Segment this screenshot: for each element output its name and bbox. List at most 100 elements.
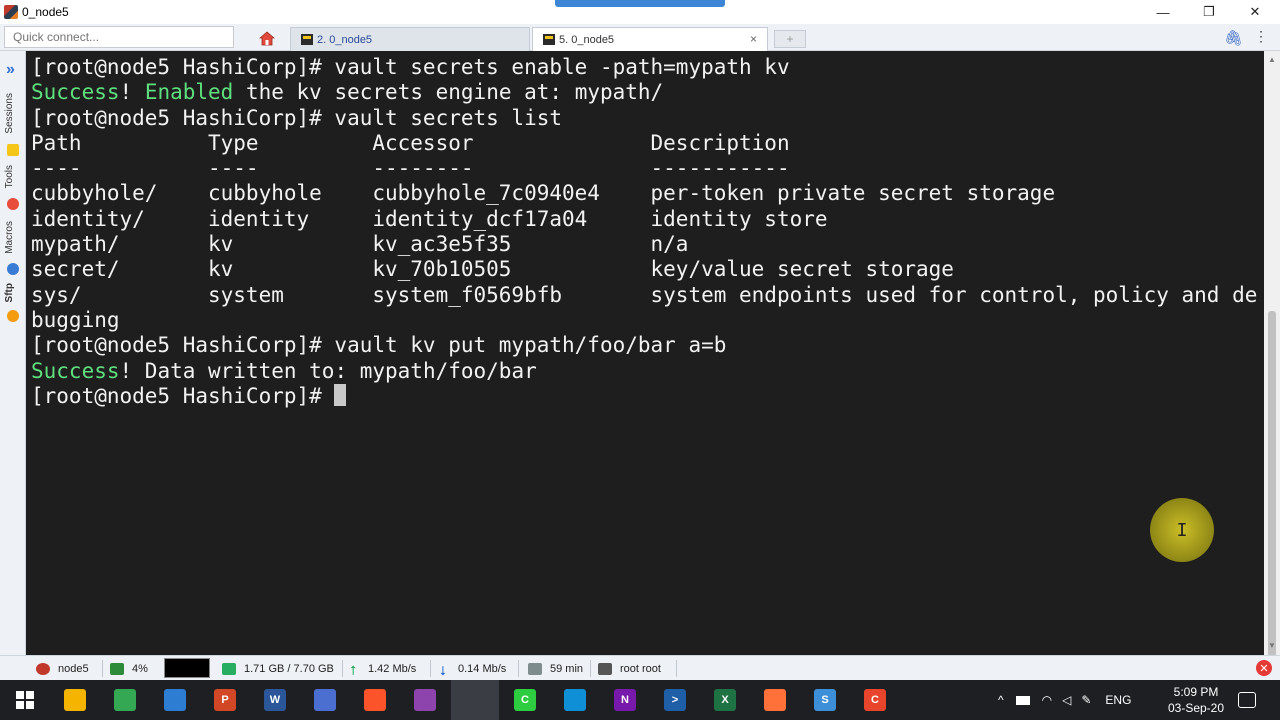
tab-session-2[interactable]: 2. 0_node5 bbox=[290, 27, 530, 51]
wifi-icon[interactable]: ◠ bbox=[1042, 693, 1052, 707]
terminal-line: identity/ identity identity_dcf17a04 ide… bbox=[31, 207, 1264, 232]
cpu-icon bbox=[110, 662, 124, 675]
battery-icon[interactable] bbox=[1015, 695, 1030, 705]
taskbar-mobaxterm-icon[interactable] bbox=[464, 689, 486, 711]
taskbar-word-icon[interactable]: W bbox=[264, 689, 286, 711]
scroll-down-icon[interactable]: ▼ bbox=[1268, 641, 1276, 650]
taskbar-app-globe-icon[interactable] bbox=[414, 689, 436, 711]
terminal-text: [root@node5 HashiCorp]# vault secrets li… bbox=[31, 105, 563, 130]
taskbar-brave-icon[interactable] bbox=[364, 689, 386, 711]
minimize-button[interactable]: — bbox=[1140, 0, 1186, 24]
scrollbar-thumb[interactable] bbox=[1268, 311, 1276, 671]
terminal-output[interactable]: [root@node5 HashiCorp]# vault secrets en… bbox=[26, 51, 1264, 655]
taskbar-firefox-icon[interactable] bbox=[764, 689, 786, 711]
expand-sidebar-icon[interactable]: » bbox=[6, 61, 15, 79]
side-panel-strip: » Sessions Tools Macros Sftp bbox=[0, 51, 26, 655]
home-tab-button[interactable] bbox=[252, 27, 282, 49]
terminal-line: Path Type Accessor Description bbox=[31, 131, 1264, 156]
app-icon bbox=[4, 5, 18, 19]
terminal-line: ---- ---- -------- ----------- bbox=[31, 156, 1264, 181]
status-bar: node5 4% 1.71 GB / 7.70 GB ⭡ 1.42 Mb/s ⭣… bbox=[0, 655, 1280, 680]
terminal-highlight-text: Success bbox=[31, 358, 120, 383]
terminal-text: bugging bbox=[31, 307, 120, 332]
new-tab-button[interactable]: + bbox=[774, 30, 806, 48]
terminal-line: Success! Enabled the kv secrets engine a… bbox=[31, 80, 1264, 105]
status-close-button[interactable]: ✕ bbox=[1256, 660, 1272, 676]
menu-dots-icon[interactable]: ⋮ bbox=[1254, 28, 1268, 45]
terminal-icon bbox=[301, 34, 313, 45]
sidebar-tab-sftp[interactable]: Sftp bbox=[4, 283, 15, 302]
terminal-line: bugging bbox=[31, 308, 1264, 333]
star-icon bbox=[7, 144, 19, 156]
tab-label: 5. 0_node5 bbox=[559, 33, 615, 46]
mouse-pointer-highlight: I bbox=[1150, 498, 1214, 562]
terminal-text: [root@node5 HashiCorp]# bbox=[31, 383, 335, 408]
text-cursor-icon: I bbox=[1176, 519, 1188, 541]
top-progress-indicator bbox=[555, 0, 725, 7]
taskbar-app-s-icon[interactable]: S bbox=[814, 689, 836, 711]
windows-logo-icon bbox=[16, 691, 34, 709]
tab-toolbar: 2. 0_node5 5. 0_node5 × + 🖇 ⋮ bbox=[0, 24, 1280, 51]
status-user: root root bbox=[598, 656, 661, 681]
attach-icon[interactable]: 🖇 bbox=[1224, 29, 1243, 47]
terminal-line: sys/ system system_f0569bfb system endpo… bbox=[31, 283, 1264, 308]
tools-icon bbox=[7, 198, 19, 210]
tab-close-icon[interactable]: × bbox=[750, 32, 757, 46]
taskbar-powerpoint-icon[interactable]: P bbox=[214, 689, 236, 711]
taskbar-file-explorer-icon[interactable] bbox=[64, 689, 86, 711]
sidebar-tab-sessions[interactable]: Sessions bbox=[4, 93, 15, 134]
monitor-icon bbox=[528, 662, 542, 675]
terminal-text: mypath/ kv kv_ac3e5f35 n/a bbox=[31, 232, 689, 257]
taskbar-chrome-icon[interactable] bbox=[114, 689, 136, 711]
status-uptime: 59 min bbox=[528, 656, 583, 681]
tray-chevron-icon[interactable]: ^ bbox=[998, 693, 1004, 707]
home-icon bbox=[259, 30, 275, 45]
taskbar-network-icon[interactable] bbox=[314, 689, 336, 711]
terminal-line: Success! Data written to: mypath/foo/bar bbox=[31, 359, 1264, 384]
terminal-highlight-text: Success bbox=[31, 80, 120, 105]
status-separator bbox=[518, 660, 519, 677]
taskbar-vmware-icon[interactable] bbox=[164, 689, 186, 711]
volume-icon[interactable]: ◁ bbox=[1062, 693, 1071, 707]
close-window-button[interactable]: ✕ bbox=[1232, 0, 1278, 24]
terminal-text: sys/ system system_f0569bfb system endpo… bbox=[31, 282, 1258, 307]
sftp-icon bbox=[7, 310, 19, 322]
quick-connect-input[interactable] bbox=[4, 26, 234, 48]
terminal-text: identity/ identity identity_dcf17a04 ide… bbox=[31, 206, 828, 231]
maximize-button[interactable]: ❐ bbox=[1186, 0, 1232, 24]
sidebar-tab-tools[interactable]: Tools bbox=[4, 165, 15, 188]
terminal-text: Path Type Accessor Description bbox=[31, 130, 790, 155]
download-arrow-icon: ⭣ bbox=[440, 662, 447, 678]
terminal-scrollbar[interactable]: ▲ ▼ bbox=[1264, 51, 1280, 671]
taskbar-onenote-icon[interactable]: N bbox=[614, 689, 636, 711]
status-separator bbox=[102, 660, 103, 677]
status-cpu: 4% bbox=[110, 656, 148, 681]
system-tray: ^ ◠ ◁ ✎ ENG bbox=[998, 680, 1131, 720]
terminal-line: mypath/ kv kv_ac3e5f35 n/a bbox=[31, 232, 1264, 257]
macro-icon bbox=[7, 263, 19, 275]
taskbar-camtasia-icon[interactable]: C bbox=[514, 689, 536, 711]
terminal-line: cubbyhole/ cubbyhole cubbyhole_7c0940e4 … bbox=[31, 181, 1264, 206]
terminal-text: ! Data written to: mypath/foo/bar bbox=[119, 358, 537, 383]
terminal-highlight-text: Enabled bbox=[144, 80, 234, 105]
taskbar-excel-icon[interactable]: X bbox=[714, 689, 736, 711]
tab-session-5[interactable]: 5. 0_node5 × bbox=[532, 27, 768, 51]
terminal-text: the kv secrets engine at: mypath/ bbox=[233, 80, 664, 105]
taskbar-powershell-icon[interactable]: > bbox=[664, 689, 686, 711]
sidebar-tab-macros[interactable]: Macros bbox=[4, 221, 15, 254]
clock-time: 5:09 PM bbox=[1173, 685, 1219, 699]
taskbar-edge-icon[interactable] bbox=[564, 689, 586, 711]
windows-taskbar: ^ ◠ ◁ ✎ ENG 5:09 PM 03-Sep-20 P W C N > X S C bbox=[0, 680, 1280, 720]
taskbar-clock[interactable]: 5:09 PM 03-Sep-20 bbox=[1160, 684, 1232, 716]
cpu-graph bbox=[164, 658, 210, 678]
status-separator bbox=[590, 660, 591, 677]
scroll-up-icon[interactable]: ▲ bbox=[1268, 55, 1276, 64]
notification-icon[interactable] bbox=[1238, 692, 1256, 708]
taskbar-app-c-icon[interactable]: C bbox=[864, 689, 886, 711]
windows-start-icon[interactable] bbox=[14, 689, 36, 711]
terminal-line: [root@node5 HashiCorp]# vault kv put myp… bbox=[31, 333, 1264, 358]
terminal-cursor bbox=[334, 383, 347, 406]
language-indicator[interactable]: ENG bbox=[1105, 693, 1131, 707]
pen-icon[interactable]: ✎ bbox=[1081, 693, 1091, 707]
terminal-text: ! bbox=[119, 80, 145, 105]
